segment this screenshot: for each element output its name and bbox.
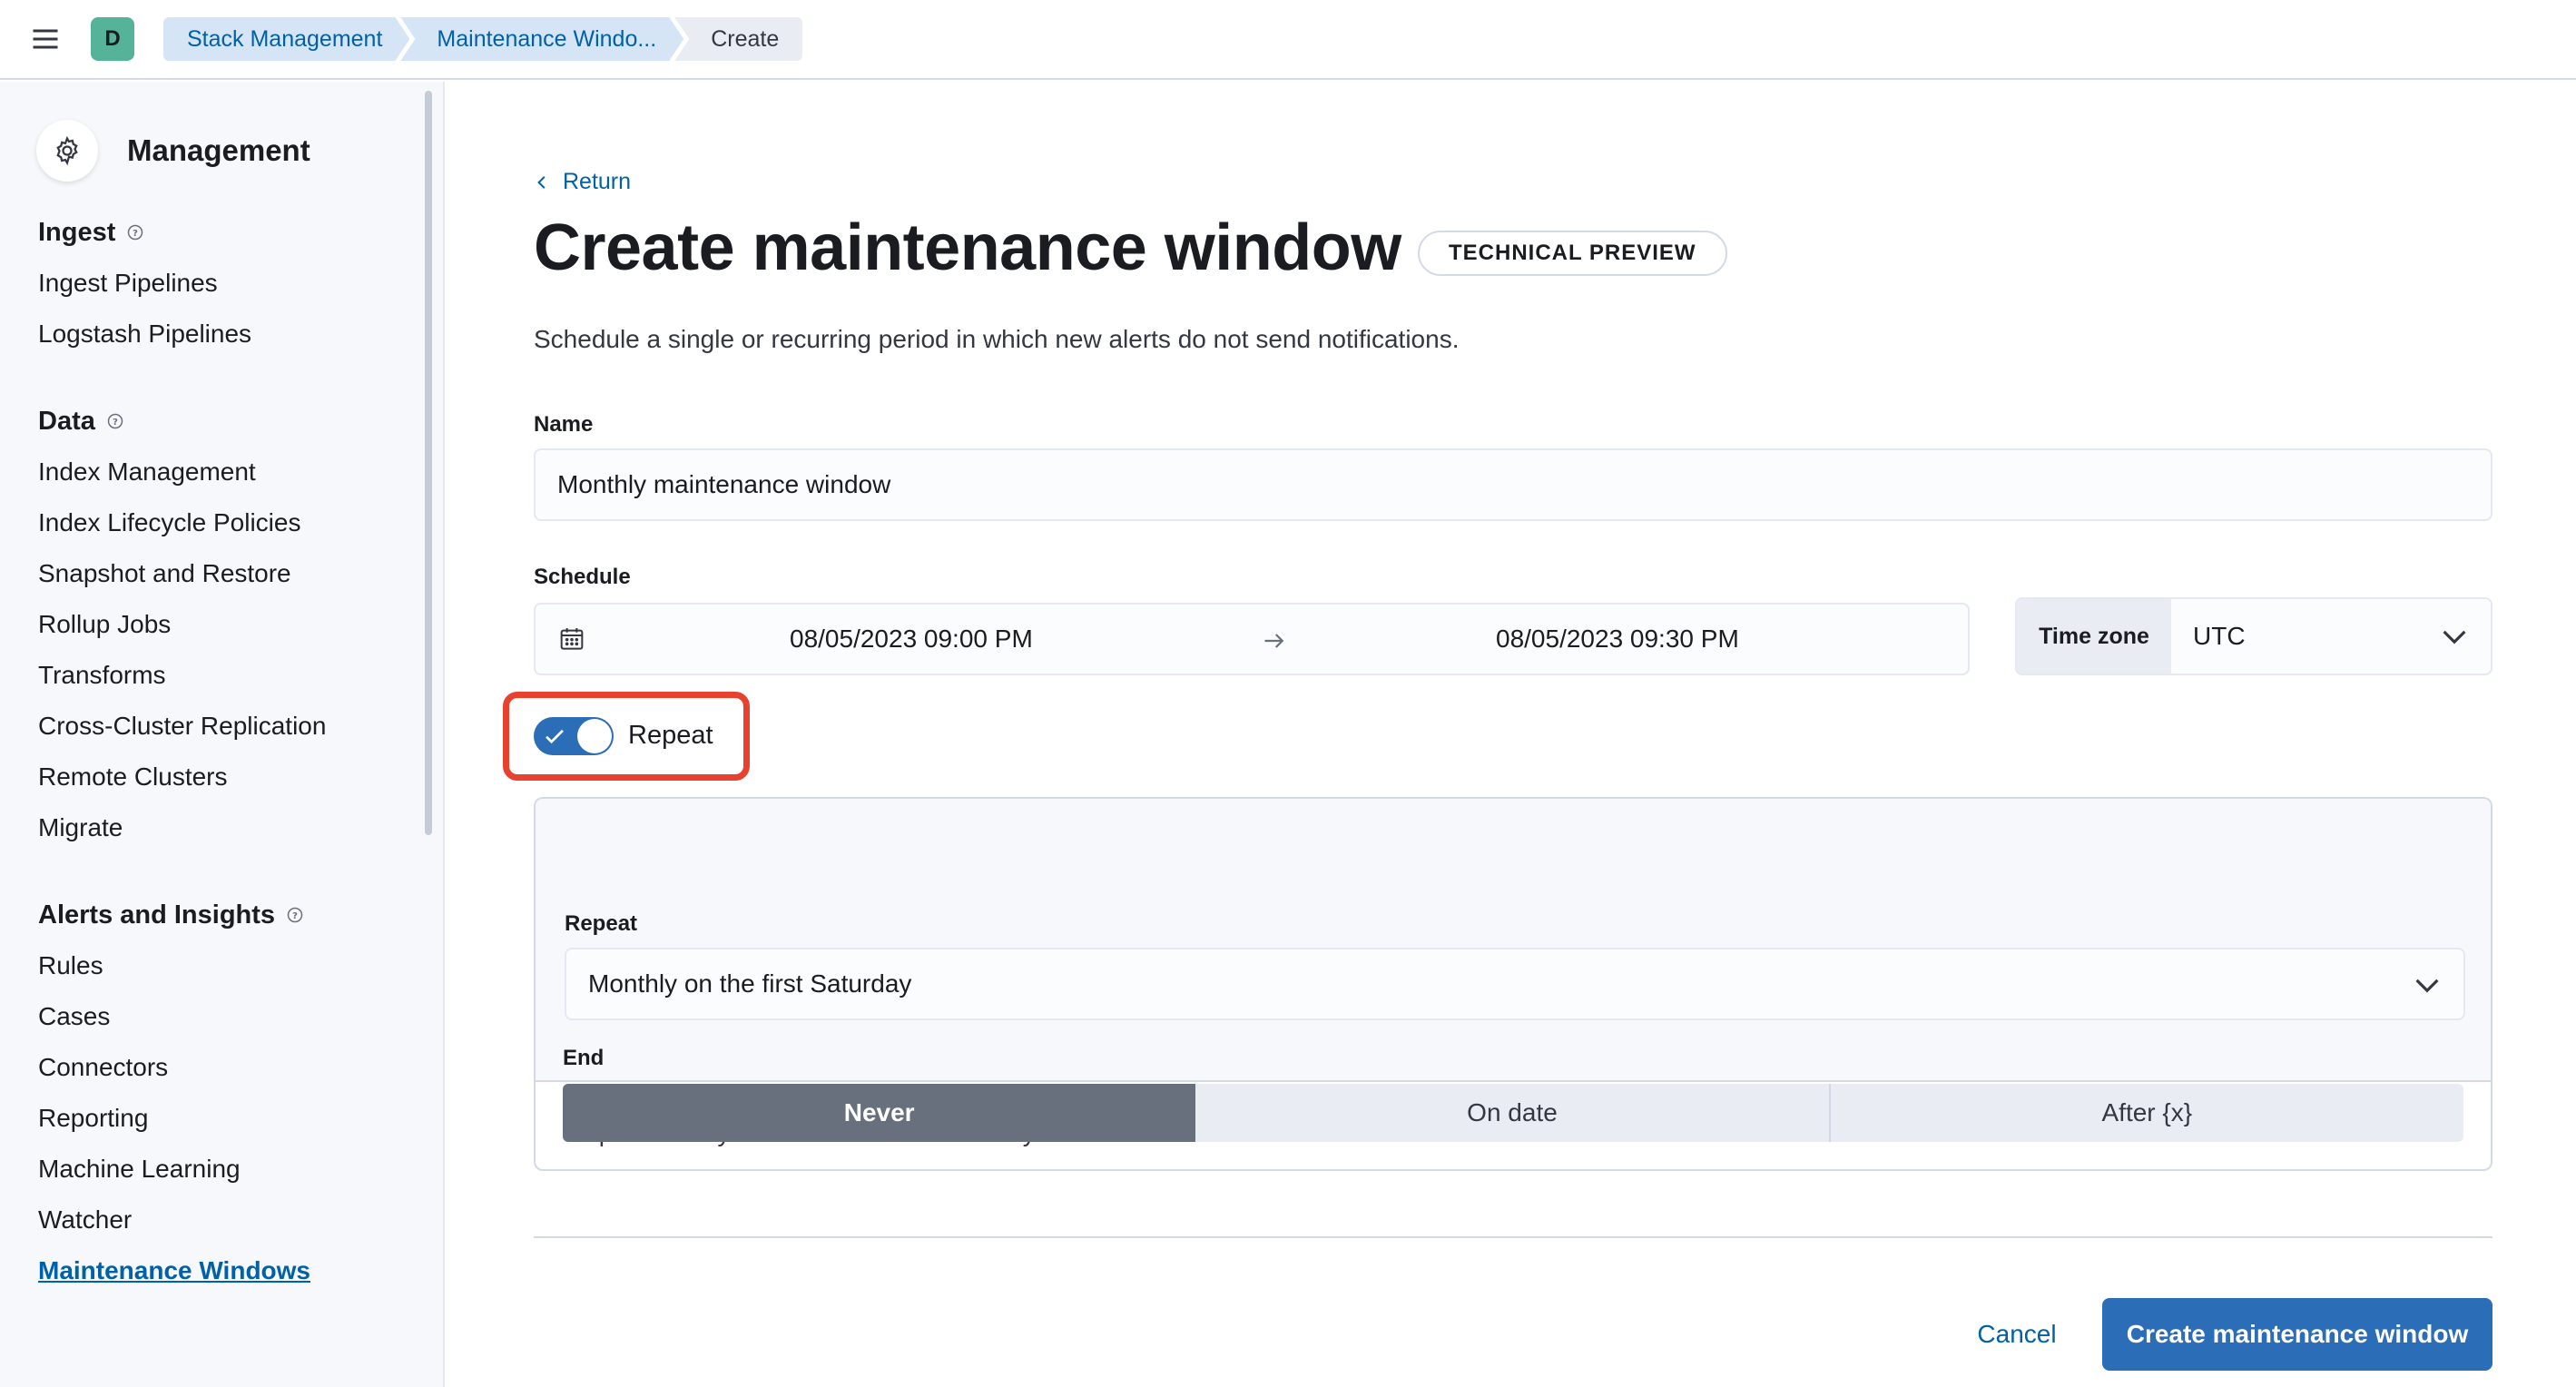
end-option-after-x[interactable]: After {x}: [1828, 1084, 2463, 1142]
sidebar-item-machine-learning[interactable]: Machine Learning: [38, 1144, 443, 1195]
repeat-frequency-value: Monthly on the first Saturday: [588, 969, 912, 998]
sidebar-title: Management: [127, 133, 310, 167]
help-icon[interactable]: ?: [126, 223, 144, 241]
page-title: Create maintenance window: [534, 211, 1401, 284]
toggle-knob: [577, 719, 612, 753]
sidebar-item-rollup-jobs[interactable]: Rollup Jobs: [38, 599, 443, 650]
sidebar-item-migrate[interactable]: Migrate: [38, 802, 443, 853]
arrow-right-icon: [1264, 634, 1284, 648]
check-icon: [546, 729, 564, 744]
create-maintenance-window-button[interactable]: Create maintenance window: [2102, 1298, 2492, 1371]
timezone-select[interactable]: Time zone UTC: [2015, 597, 2492, 675]
group-title-data: Data ?: [38, 396, 443, 447]
sidebar-item-connectors[interactable]: Connectors: [38, 1042, 443, 1093]
schedule-date-range: 08/05/2023 09:00 PM 08/05/2023 09:30 PM: [534, 603, 1970, 675]
space-avatar[interactable]: D: [91, 17, 134, 61]
schedule-label: Schedule: [534, 565, 631, 589]
end-date-input[interactable]: 08/05/2023 09:30 PM: [1496, 625, 1739, 654]
top-header: D Stack Management Maintenance Windo... …: [0, 0, 2576, 80]
start-date-input[interactable]: 08/05/2023 09:00 PM: [790, 625, 1033, 654]
sidebar-item-ingest-pipelines[interactable]: Ingest Pipelines: [38, 258, 443, 309]
sidebar-item-maintenance-windows[interactable]: Maintenance Windows: [38, 1245, 443, 1296]
sidebar-item-cases[interactable]: Cases: [38, 991, 443, 1042]
repeat-frequency-select[interactable]: Monthly on the first Saturday: [565, 948, 2465, 1020]
sidebar-item-watcher[interactable]: Watcher: [38, 1195, 443, 1245]
cancel-button[interactable]: Cancel: [1941, 1298, 2093, 1371]
name-label: Name: [534, 412, 594, 437]
chevron-down-icon: [2443, 630, 2466, 644]
timezone-value[interactable]: UTC: [2171, 599, 2491, 674]
repeat-label: Repeat: [565, 911, 638, 936]
sidebar-item-logstash-pipelines[interactable]: Logstash Pipelines: [38, 309, 443, 359]
sidebar-item-index-management[interactable]: Index Management: [38, 447, 443, 497]
end-button-group: Never On date After {x}: [563, 1084, 2463, 1142]
breadcrumb-maintenance-windows[interactable]: Maintenance Windo...: [400, 17, 683, 61]
breadcrumb-stack-management[interactable]: Stack Management: [163, 17, 409, 61]
management-sidebar: Management Ingest ? Ingest Pipelines Log…: [0, 82, 445, 1387]
end-option-never[interactable]: Never: [563, 1084, 1196, 1142]
breadcrumb-create: Create: [674, 17, 803, 61]
name-input[interactable]: Monthly maintenance window: [534, 448, 2492, 521]
svg-text:?: ?: [113, 418, 118, 428]
calendar-icon[interactable]: [557, 625, 586, 654]
svg-text:?: ?: [133, 229, 139, 239]
repeat-options-form: Repeat Monthly on the first Saturday: [536, 799, 2491, 1082]
return-label: Return: [563, 169, 632, 194]
main-content: Return Create maintenance window TECHNIC…: [447, 82, 2576, 1387]
sidebar-header: Management: [0, 82, 443, 182]
sidebar-item-remote-clusters[interactable]: Remote Clusters: [38, 752, 443, 802]
gear-icon: [56, 135, 78, 166]
repeat-toggle[interactable]: [534, 717, 614, 755]
group-title-label: Alerts and Insights: [38, 900, 276, 930]
return-link[interactable]: Return: [534, 169, 631, 195]
nav-group-ingest: Ingest ? Ingest Pipelines Logstash Pipel…: [0, 207, 443, 359]
end-label: End: [563, 1046, 605, 1070]
sidebar-item-index-lifecycle-policies[interactable]: Index Lifecycle Policies: [38, 497, 443, 548]
timezone-value-text: UTC: [2193, 622, 2246, 650]
end-option-on-date[interactable]: On date: [1195, 1084, 1828, 1142]
page-description: Schedule a single or recurring period in…: [534, 325, 1460, 353]
breadcrumb: Stack Management Maintenance Windo... Cr…: [163, 17, 803, 61]
menu-toggle-button[interactable]: [0, 0, 91, 79]
chevron-down-icon: [2415, 979, 2439, 993]
group-title-label: Data: [38, 406, 95, 436]
sidebar-item-rules[interactable]: Rules: [38, 940, 443, 991]
sidebar-item-snapshot-restore[interactable]: Snapshot and Restore: [38, 548, 443, 599]
help-icon[interactable]: ?: [106, 412, 124, 430]
timezone-label: Time zone: [2017, 599, 2171, 674]
nav-group-alerts-insights: Alerts and Insights ? Rules Cases Connec…: [0, 890, 443, 1296]
repeat-toggle-label[interactable]: Repeat: [628, 721, 713, 751]
chevron-left-icon: [537, 175, 546, 189]
form-divider: [534, 1236, 2492, 1238]
group-title-ingest: Ingest ?: [38, 207, 443, 258]
hamburger-icon: [33, 29, 58, 49]
management-logo: [36, 120, 98, 182]
sidebar-item-cross-cluster-replication[interactable]: Cross-Cluster Replication: [38, 701, 443, 752]
group-title-alerts-insights: Alerts and Insights ?: [38, 890, 443, 940]
sidebar-item-reporting[interactable]: Reporting: [38, 1093, 443, 1144]
technical-preview-badge[interactable]: TECHNICAL PREVIEW: [1418, 231, 1727, 276]
sidebar-scrollbar[interactable]: [425, 91, 432, 835]
nav-group-data: Data ? Index Management Index Lifecycle …: [0, 396, 443, 853]
svg-text:?: ?: [292, 911, 298, 921]
group-title-label: Ingest: [38, 217, 116, 247]
sidebar-item-transforms[interactable]: Transforms: [38, 650, 443, 701]
help-icon[interactable]: ?: [286, 906, 304, 924]
